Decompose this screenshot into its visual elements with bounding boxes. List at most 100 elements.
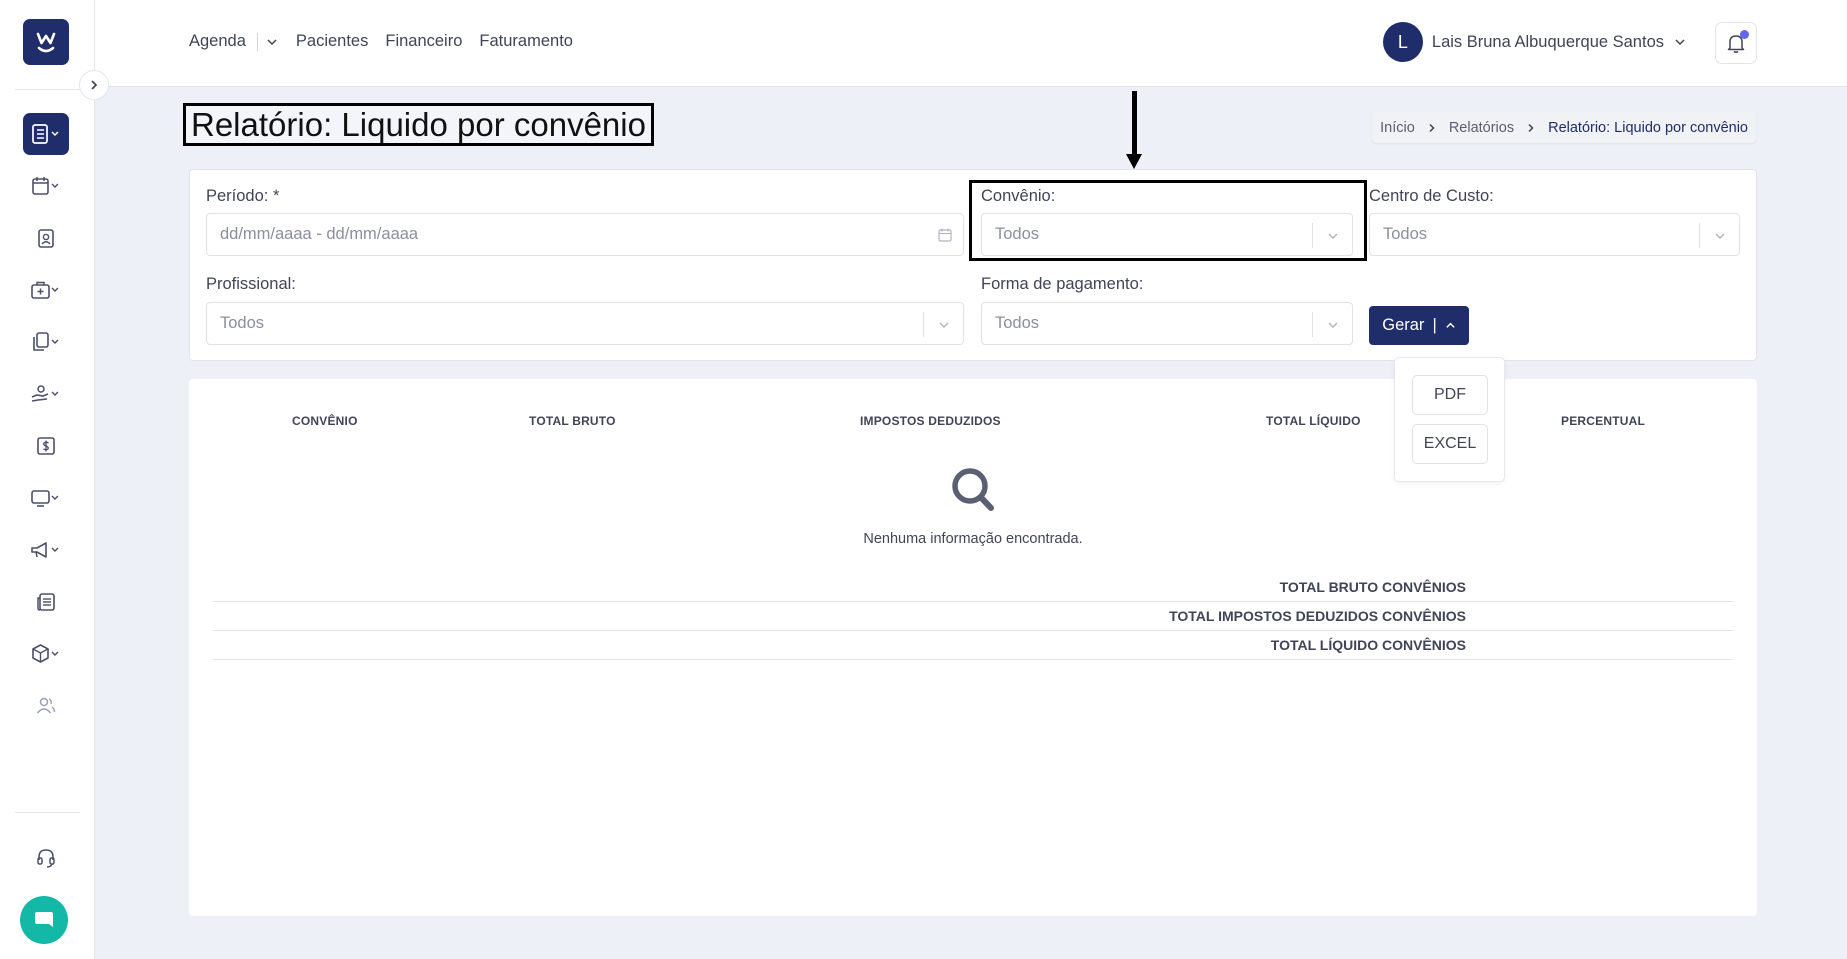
notifications-button[interactable] bbox=[1715, 22, 1757, 64]
sidebar-item-users[interactable] bbox=[23, 685, 69, 727]
convenio-label: Convênio: bbox=[981, 187, 1056, 205]
periodo-input[interactable]: dd/mm/aaaa - dd/mm/aaaa bbox=[206, 213, 964, 256]
chevron-down-icon bbox=[1328, 322, 1337, 328]
sidebar-divider bbox=[15, 812, 80, 813]
breadcrumb-separator bbox=[1427, 123, 1437, 133]
sidebar-item-finance[interactable] bbox=[23, 425, 69, 467]
gerar-divider: | bbox=[1432, 316, 1437, 334]
gerar-dropdown-menu: PDF EXCEL bbox=[1394, 357, 1505, 482]
sidebar-item-calendar[interactable] bbox=[23, 165, 69, 207]
column-header-total-bruto: TOTAL BRUTO bbox=[529, 414, 616, 428]
total-impostos-label: TOTAL IMPOSTOS DEDUZIDOS CONVÊNIOS bbox=[1169, 608, 1466, 624]
avatar: L bbox=[1382, 22, 1423, 62]
profissional-label: Profissional: bbox=[206, 275, 296, 293]
monitor-icon bbox=[31, 490, 59, 507]
user-name: Lais Bruna Albuquerque Santos bbox=[1431, 32, 1664, 51]
column-header-convenio: CONVÊNIO bbox=[292, 414, 358, 428]
sidebar-item-payments[interactable] bbox=[23, 373, 69, 415]
profissional-select[interactable]: Todos bbox=[206, 302, 964, 345]
app-logo[interactable] bbox=[23, 19, 69, 65]
nav-pacientes[interactable]: Pacientes bbox=[296, 32, 368, 51]
sidebar-item-inventory[interactable] bbox=[23, 633, 69, 675]
annotation-arrow bbox=[1132, 91, 1137, 156]
w-smile-logo-icon bbox=[36, 32, 56, 53]
annotation-arrow-head bbox=[1126, 154, 1142, 169]
total-bruto-row: TOTAL BRUTO CONVÊNIOS bbox=[213, 573, 1733, 602]
notification-dot bbox=[1740, 30, 1749, 39]
forma-pagamento-dropdown-indicator bbox=[1312, 312, 1352, 337]
periodo-label: Período: * bbox=[206, 187, 280, 205]
breadcrumb-current: Relatório: Liquido por convênio bbox=[1548, 119, 1748, 136]
headset-icon bbox=[37, 849, 55, 868]
search-icon bbox=[952, 468, 994, 511]
breadcrumb-separator bbox=[1526, 123, 1536, 133]
agenda-dropdown-toggle[interactable] bbox=[266, 36, 278, 48]
report-list-icon bbox=[32, 124, 59, 144]
nav-agenda[interactable]: Agenda bbox=[189, 32, 246, 51]
sidebar-item-documents[interactable] bbox=[23, 321, 69, 363]
nav-faturamento[interactable]: Faturamento bbox=[479, 32, 573, 51]
centro-custo-value: Todos bbox=[1383, 225, 1428, 243]
column-header-total-liquido: TOTAL LÍQUIDO bbox=[1266, 414, 1361, 428]
chevron-down-icon bbox=[1675, 39, 1685, 46]
gerar-label: Gerar bbox=[1382, 316, 1425, 334]
main-nav: Agenda Pacientes Financeiro Faturamento bbox=[189, 32, 590, 51]
top-navbar: Agenda Pacientes Financeiro Faturamento … bbox=[95, 0, 1847, 87]
page-title: Relatório: Liquido por convênio bbox=[183, 103, 654, 146]
box-icon bbox=[32, 644, 59, 663]
nav-separator bbox=[256, 32, 258, 51]
hand-money-icon bbox=[31, 385, 59, 402]
calendar-icon bbox=[32, 177, 59, 195]
profissional-dropdown-indicator bbox=[923, 312, 963, 337]
profissional-value: Todos bbox=[220, 314, 265, 332]
centro-custo-select[interactable]: Todos bbox=[1369, 213, 1740, 256]
calendar-icon bbox=[938, 228, 952, 242]
forma-pagamento-select[interactable]: Todos bbox=[981, 302, 1353, 345]
convenio-select[interactable]: Todos bbox=[981, 213, 1353, 256]
export-excel-option[interactable]: EXCEL bbox=[1412, 424, 1488, 464]
forma-pagamento-value: Todos bbox=[995, 314, 1040, 332]
breadcrumb-inicio[interactable]: Início bbox=[1380, 120, 1415, 136]
centro-custo-dropdown-indicator bbox=[1699, 223, 1739, 248]
sidebar-collapse-button[interactable] bbox=[79, 70, 109, 100]
nav-financeiro[interactable]: Financeiro bbox=[385, 32, 462, 51]
column-header-impostos: IMPOSTOS DEDUZIDOS bbox=[860, 414, 1001, 428]
user-menu[interactable]: L Lais Bruna Albuquerque Santos bbox=[1382, 22, 1686, 62]
chevron-right-icon bbox=[1429, 123, 1435, 132]
chevron-down-icon bbox=[1715, 233, 1724, 239]
centro-custo-label: Centro de Custo: bbox=[1369, 187, 1494, 205]
users-icon bbox=[36, 697, 56, 714]
chevron-down-icon bbox=[267, 38, 277, 45]
medical-bag-icon bbox=[31, 281, 59, 299]
megaphone-icon bbox=[31, 542, 59, 558]
convenio-dropdown-indicator bbox=[1312, 223, 1352, 248]
periodo-placeholder: dd/mm/aaaa - dd/mm/aaaa bbox=[220, 225, 419, 243]
chat-button[interactable] bbox=[20, 896, 68, 944]
sidebar-item-marketing[interactable] bbox=[23, 529, 69, 571]
total-liquido-label: TOTAL LÍQUIDO CONVÊNIOS bbox=[1270, 637, 1466, 653]
sidebar-divider bbox=[15, 89, 80, 90]
total-liquido-row: TOTAL LÍQUIDO CONVÊNIOS bbox=[213, 631, 1733, 660]
column-header-percentual: PERCENTUAL bbox=[1561, 414, 1646, 428]
patient-badge-icon bbox=[38, 229, 54, 248]
chevron-right-icon bbox=[1528, 123, 1534, 132]
dollar-doc-icon bbox=[37, 437, 55, 455]
chevron-down-icon bbox=[1328, 233, 1337, 239]
gerar-button[interactable]: Gerar | bbox=[1369, 306, 1469, 345]
chevron-up-icon bbox=[1446, 322, 1455, 328]
sidebar-item-monitor[interactable] bbox=[23, 477, 69, 519]
convenio-value: Todos bbox=[995, 225, 1040, 243]
documents-icon bbox=[33, 332, 59, 351]
sidebar-item-reports[interactable] bbox=[23, 113, 69, 155]
sidebar bbox=[0, 0, 95, 959]
chat-bubble-icon bbox=[35, 912, 53, 927]
sidebar-item-news[interactable] bbox=[23, 581, 69, 623]
user-menu-chevron bbox=[1674, 36, 1686, 48]
total-bruto-label: TOTAL BRUTO CONVÊNIOS bbox=[1279, 579, 1466, 595]
export-pdf-option[interactable]: PDF bbox=[1412, 375, 1488, 415]
sidebar-item-medical[interactable] bbox=[23, 269, 69, 311]
breadcrumb-relatorios[interactable]: Relatórios bbox=[1449, 120, 1514, 136]
support-button[interactable] bbox=[23, 837, 69, 879]
sidebar-item-patients[interactable] bbox=[23, 217, 69, 259]
total-impostos-row: TOTAL IMPOSTOS DEDUZIDOS CONVÊNIOS bbox=[213, 602, 1733, 631]
